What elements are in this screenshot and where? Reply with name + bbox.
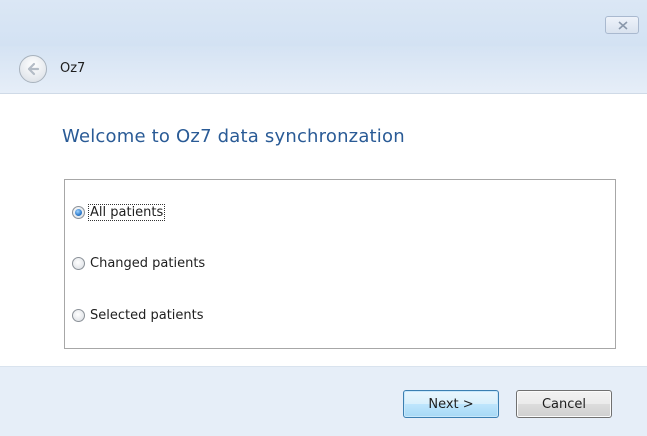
radio-all-patients[interactable] bbox=[72, 205, 85, 219]
back-arrow-icon bbox=[27, 62, 40, 76]
option-changed-patients[interactable]: Changed patients bbox=[72, 254, 206, 272]
options-panel: All patients Changed patients Selected p… bbox=[64, 179, 616, 349]
radio-changed-patients[interactable] bbox=[72, 256, 85, 270]
cancel-button[interactable]: Cancel bbox=[516, 390, 612, 418]
navigation-bar: Oz7 bbox=[0, 46, 647, 94]
back-button[interactable] bbox=[19, 55, 47, 83]
button-bar: Next > Cancel bbox=[0, 366, 647, 436]
option-all-patients[interactable]: All patients bbox=[72, 203, 166, 221]
close-icon bbox=[618, 21, 628, 30]
close-button[interactable] bbox=[605, 16, 639, 34]
option-label: Selected patients bbox=[90, 307, 204, 323]
radio-selected-patients[interactable] bbox=[72, 308, 85, 322]
wizard-window: Oz7 Welcome to Oz7 data synchronzation A… bbox=[0, 0, 647, 436]
wizard-content: Welcome to Oz7 data synchronzation All p… bbox=[0, 94, 647, 366]
option-label: Changed patients bbox=[90, 255, 206, 271]
wizard-title: Oz7 bbox=[60, 61, 86, 76]
option-selected-patients[interactable]: Selected patients bbox=[72, 306, 205, 324]
next-button[interactable]: Next > bbox=[403, 390, 499, 418]
page-title: Welcome to Oz7 data synchronzation bbox=[62, 126, 405, 147]
title-bar bbox=[0, 0, 647, 46]
option-label: All patients bbox=[87, 203, 166, 221]
